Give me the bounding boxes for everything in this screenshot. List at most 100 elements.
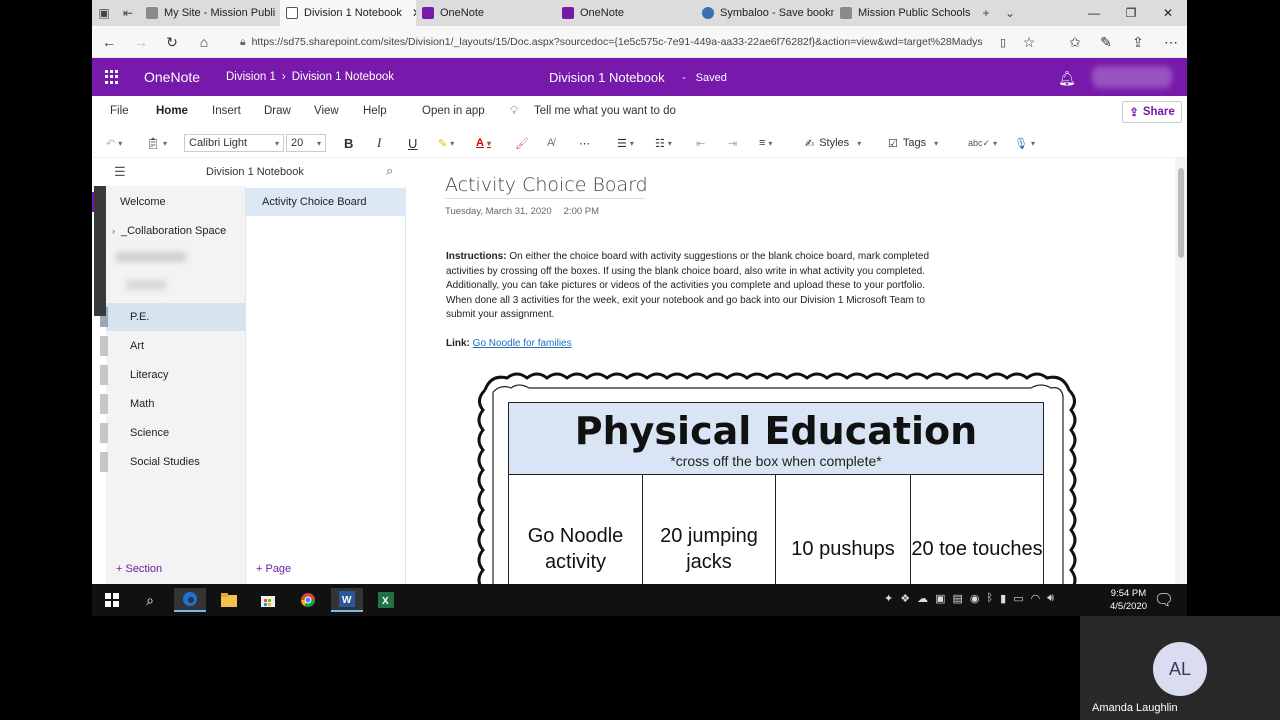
reading-view-icon[interactable]: ▯ <box>992 32 1014 52</box>
numbering-icon[interactable]: ☷ ▾ <box>655 134 672 152</box>
app-launcher-icon[interactable] <box>105 70 119 84</box>
hamburger-icon[interactable]: ☰ <box>114 164 126 180</box>
tab-list-chevron-icon[interactable]: ⌄ <box>998 0 1022 26</box>
web-note-icon[interactable]: ✎ <box>1095 32 1117 52</box>
menu-home[interactable]: Home <box>156 105 188 117</box>
section-literacy[interactable]: Literacy <box>100 361 246 389</box>
dictate-icon[interactable]: 🎙︎ ▾ <box>1014 134 1035 152</box>
italic-button[interactable]: I <box>377 134 381 152</box>
refresh-icon[interactable]: ↻ <box>161 32 183 52</box>
home-icon[interactable]: ⌂ <box>193 32 215 52</box>
url-field[interactable]: 🔒︎ https://sd75.sharepoint.com/sites/Div… <box>240 31 1020 53</box>
new-tab-icon[interactable]: + <box>974 0 998 26</box>
go-noodle-link[interactable]: Go Noodle for families <box>473 338 572 349</box>
onenote-brand[interactable]: OneNote <box>144 69 200 85</box>
breadcrumb-division[interactable]: Division 1 <box>226 71 276 83</box>
add-section-button[interactable]: + Section <box>116 563 162 575</box>
styles-button[interactable]: ✍︎ Styles ▾ <box>805 134 861 152</box>
tab-onenote-2[interactable]: OneNote <box>556 0 696 26</box>
store-icon[interactable] <box>252 588 284 612</box>
menu-help[interactable]: Help <box>363 105 387 117</box>
file-explorer-icon[interactable] <box>213 588 245 612</box>
tray-app-icon[interactable]: ▮ <box>1000 592 1006 605</box>
page-title[interactable]: Activity Choice Board <box>445 174 648 196</box>
bold-button[interactable]: B <box>344 134 353 152</box>
section-math[interactable]: Math <box>100 390 246 418</box>
close-window-icon[interactable]: ✕ <box>1150 0 1186 26</box>
section-pe[interactable]: P.E. <box>100 303 246 331</box>
page-activity-choice-board[interactable]: Activity Choice Board <box>246 188 406 216</box>
indent-icon[interactable]: ⇥ <box>728 134 737 152</box>
bullets-icon[interactable]: ☰ ▾ <box>617 134 634 152</box>
font-size-select[interactable]: 20 ▾ <box>286 134 326 152</box>
action-center-icon[interactable]: 🗨︎ <box>1148 588 1180 612</box>
bluetooth-icon[interactable]: ᛒ <box>987 592 994 605</box>
taskbar-clock[interactable]: 9:54 PM 4/5/2020 <box>1110 587 1147 613</box>
clear-formatting-icon[interactable]: A̸ <box>547 134 554 152</box>
back-icon[interactable]: ← <box>98 32 120 52</box>
scrollbar-thumb[interactable] <box>1178 168 1184 258</box>
section-art[interactable]: Art <box>100 332 246 360</box>
font-family-select[interactable]: Calibri Light ▾ <box>184 134 284 152</box>
breadcrumb-notebook[interactable]: Division 1 Notebook <box>292 71 394 83</box>
tray-app-icon[interactable]: ◉ <box>970 592 980 605</box>
clipboard-icon[interactable]: 📋︎ ▾ <box>146 134 167 152</box>
favorites-icon[interactable]: ✩ <box>1064 32 1086 52</box>
chrome-icon[interactable] <box>292 588 324 612</box>
spelling-icon[interactable]: abc✓ ▾ <box>968 134 997 152</box>
highlight-icon[interactable]: ✎ ▾ <box>438 134 454 152</box>
search-icon[interactable]: ⌕ <box>134 588 166 612</box>
search-icon[interactable]: ⌕ <box>386 163 393 179</box>
outdent-icon[interactable]: ⇤ <box>696 134 705 152</box>
page-canvas[interactable]: Activity Choice Board Tuesday, March 31,… <box>408 158 1174 584</box>
share-button[interactable]: ⇪ Share <box>1122 101 1182 123</box>
favorite-star-icon[interactable]: ☆ <box>1018 32 1040 52</box>
onedrive-icon[interactable]: ☁ <box>917 592 928 605</box>
volume-icon[interactable]: 🔊︎ <box>1047 592 1054 605</box>
menu-open-in-app[interactable]: Open in app <box>422 105 485 117</box>
tab-division-1-notebook[interactable]: Division 1 Notebook ✕ <box>280 0 416 26</box>
more-formatting-icon[interactable]: ⋯ <box>579 134 590 152</box>
section-social-studies[interactable]: Social Studies <box>100 448 246 476</box>
tray-app-icon[interactable]: ▣ <box>935 592 945 605</box>
tags-button[interactable]: ☑ Tags ▾ <box>888 134 938 152</box>
restore-icon[interactable]: ❐ <box>1113 0 1149 26</box>
section-science[interactable]: Science <box>100 419 246 447</box>
underline-button[interactable]: U <box>408 134 417 152</box>
set-aside-tabs-icon[interactable]: ⇤ <box>116 0 140 26</box>
excel-icon[interactable]: X <box>370 588 402 612</box>
menu-file[interactable]: File <box>110 105 129 117</box>
section-group-collaboration[interactable]: › _Collaboration Space <box>106 217 246 245</box>
menu-insert[interactable]: Insert <box>212 105 241 117</box>
wifi-icon[interactable]: ◠ <box>1031 592 1041 605</box>
format-painter-icon[interactable]: 🖌︎ <box>515 134 529 152</box>
menu-view[interactable]: View <box>314 105 339 117</box>
edge-taskbar-icon[interactable] <box>174 588 206 612</box>
account-avatar[interactable] <box>1092 66 1172 88</box>
add-page-button[interactable]: + Page <box>256 563 291 575</box>
tab-symbaloo[interactable]: Symbaloo - Save bookm <box>696 0 834 26</box>
battery-icon[interactable]: ▭ <box>1013 592 1023 605</box>
tab-my-site[interactable]: My Site - Mission Publi <box>140 0 280 26</box>
menu-draw[interactable]: Draw <box>264 105 291 117</box>
tell-me-search[interactable]: Tell me what you want to do <box>534 105 676 117</box>
instructions-paragraph[interactable]: Instructions: On either the choice board… <box>446 250 946 323</box>
tray-app-icon[interactable]: ✦ <box>884 592 893 605</box>
tab-actions-icon[interactable]: ▣ <box>92 0 116 26</box>
document-title[interactable]: Division 1 Notebook <box>549 70 665 85</box>
tray-app-icon[interactable]: ▤ <box>953 592 963 605</box>
forward-icon[interactable]: → <box>130 32 152 52</box>
minimize-icon[interactable]: — <box>1076 0 1112 26</box>
font-color-icon[interactable]: A ▾ <box>476 134 491 152</box>
share-icon[interactable]: ⇪ <box>1127 32 1149 52</box>
section-welcome[interactable]: Welcome <box>92 188 246 216</box>
notebook-name[interactable]: Division 1 Notebook <box>206 166 304 178</box>
undo-icon[interactable]: ↶ ▾ <box>106 134 122 152</box>
tab-onenote-1[interactable]: OneNote <box>416 0 556 26</box>
windows-start-icon[interactable] <box>96 588 128 612</box>
word-icon[interactable]: W <box>331 588 363 612</box>
tab-mission-public-schools[interactable]: Mission Public Schools <box>834 0 974 26</box>
more-icon[interactable]: ⋯ <box>1160 32 1182 52</box>
align-icon[interactable]: ≡ ▾ <box>759 134 772 152</box>
notification-bell-icon[interactable]: 🔔︎ <box>1058 70 1076 87</box>
